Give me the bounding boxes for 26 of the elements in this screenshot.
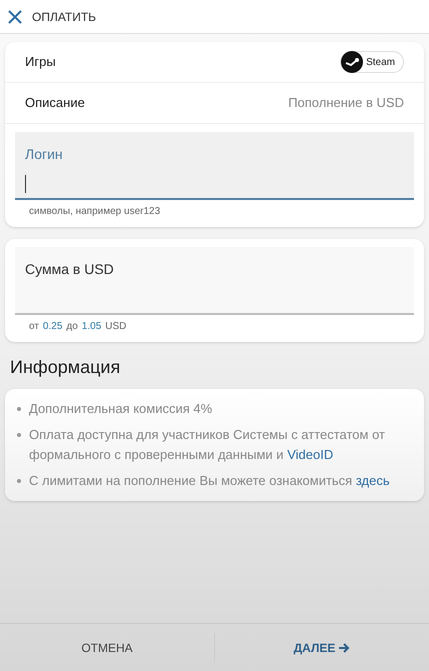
info-link[interactable]: здесь	[356, 473, 390, 488]
detail-label: Описание	[25, 94, 85, 112]
next-button[interactable]: ДАЛЕЕ	[215, 638, 429, 656]
arrow-right-icon	[339, 642, 350, 652]
field-hint: символы, например user123	[28, 205, 162, 219]
section-title: Информация	[9, 356, 122, 379]
bullet-icon	[17, 479, 21, 483]
page-title: ОПЛАТИТЬ	[32, 8, 96, 26]
bullet-icon	[17, 433, 21, 437]
field-label: Логин	[25, 145, 64, 164]
info-text: Дополнительная комиссия 4%	[29, 400, 212, 418]
info-text: Оплата доступна для участников Системы с аттестатом от формального с проверенными данными и VideoID	[29, 426, 386, 464]
input-field[interactable]: Логин	[15, 132, 414, 200]
bullet-icon	[17, 407, 21, 411]
info-link[interactable]: VideoID	[287, 447, 334, 462]
field-label: Сумма в USD	[25, 260, 115, 279]
info-text: С лимитами на пополнение Вы можете ознакомиться здесь	[29, 472, 390, 490]
input-field[interactable]: Сумма в USD	[15, 247, 414, 315]
field-hint: от 0.25 до 1.05 USD	[28, 320, 128, 334]
detail-label: Игры	[25, 53, 56, 72]
cancel-button[interactable]: ОТМЕНА	[0, 638, 214, 656]
game-chip[interactable]: Steam	[340, 51, 404, 73]
detail-value: Пополнение в USD	[288, 94, 404, 112]
text-cursor	[25, 175, 26, 193]
game-logo-icon	[341, 51, 364, 73]
close-icon[interactable]	[8, 10, 22, 24]
